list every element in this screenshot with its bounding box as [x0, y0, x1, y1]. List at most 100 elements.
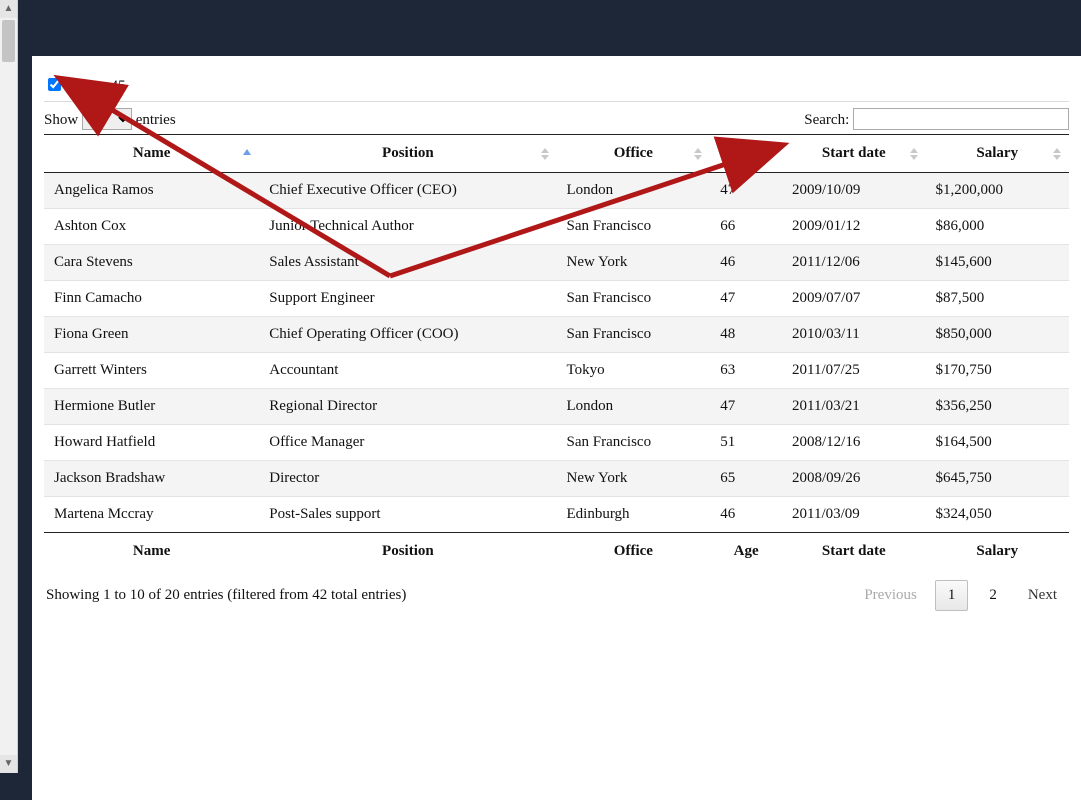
col-header-name[interactable]: Name	[44, 135, 259, 173]
col-footer-start: Start date	[782, 533, 926, 571]
length-select[interactable]: 102550100	[82, 108, 132, 130]
col-footer-age: Age	[710, 533, 782, 571]
cell-position: Chief Operating Officer (COO)	[259, 317, 556, 353]
cell-salary: $324,050	[926, 497, 1070, 533]
sort-both-icon	[692, 147, 704, 161]
table-row[interactable]: Finn CamachoSupport EngineerSan Francisc…	[44, 281, 1069, 317]
sort-both-icon	[1051, 147, 1063, 161]
pagination-page[interactable]: 2	[976, 580, 1010, 611]
length-prefix: Show	[44, 112, 78, 128]
cell-name: Finn Camacho	[44, 281, 259, 317]
col-footer-salary: Salary	[926, 533, 1070, 571]
col-header-age[interactable]: Age	[710, 135, 782, 173]
vertical-scrollbar[interactable]: ▲ ▼	[0, 0, 18, 773]
search-label: Search:	[804, 112, 849, 128]
cell-position: Support Engineer	[259, 281, 556, 317]
cell-start: 2008/12/16	[782, 425, 926, 461]
cell-name: Hermione Butler	[44, 389, 259, 425]
cell-start: 2009/07/07	[782, 281, 926, 317]
cell-salary: $170,750	[926, 353, 1070, 389]
cell-salary: $87,500	[926, 281, 1070, 317]
length-control: Show 102550100 entries	[44, 108, 176, 130]
search-control: Search:	[804, 108, 1069, 130]
search-input[interactable]	[853, 108, 1069, 130]
cell-position: Office Manager	[259, 425, 556, 461]
cell-age: 47	[710, 173, 782, 209]
content-panel: Above 45 Show 102550100 entries Search: …	[32, 56, 1081, 800]
cell-salary: $86,000	[926, 209, 1070, 245]
cell-name: Garrett Winters	[44, 353, 259, 389]
cell-name: Angelica Ramos	[44, 173, 259, 209]
cell-age: 46	[710, 245, 782, 281]
cell-salary: $164,500	[926, 425, 1070, 461]
scrollbar-thumb[interactable]	[2, 20, 15, 62]
cell-age: 48	[710, 317, 782, 353]
table-row[interactable]: Fiona GreenChief Operating Officer (COO)…	[44, 317, 1069, 353]
cell-office: New York	[557, 461, 711, 497]
cell-start: 2008/09/26	[782, 461, 926, 497]
data-table: Name Position Office	[44, 134, 1069, 570]
table-row[interactable]: Angelica RamosChief Executive Officer (C…	[44, 173, 1069, 209]
cell-salary: $850,000	[926, 317, 1070, 353]
cell-salary: $1,200,000	[926, 173, 1070, 209]
cell-age: 47	[710, 389, 782, 425]
scrollbar-arrow-down-icon[interactable]: ▼	[0, 755, 17, 773]
cell-start: 2011/12/06	[782, 245, 926, 281]
col-footer-office: Office	[557, 533, 711, 571]
cell-name: Ashton Cox	[44, 209, 259, 245]
table-row[interactable]: Martena MccrayPost-Sales supportEdinburg…	[44, 497, 1069, 533]
header-bar	[17, 0, 1081, 56]
cell-name: Martena Mccray	[44, 497, 259, 533]
cell-name: Jackson Bradshaw	[44, 461, 259, 497]
cell-age: 46	[710, 497, 782, 533]
pagination-page[interactable]: 1	[935, 580, 969, 611]
sort-asc-icon	[241, 147, 253, 161]
cell-office: London	[557, 173, 711, 209]
scrollbar-arrow-up-icon[interactable]: ▲	[0, 0, 17, 18]
col-header-salary[interactable]: Salary	[926, 135, 1070, 173]
cell-start: 2011/03/21	[782, 389, 926, 425]
cell-start: 2010/03/11	[782, 317, 926, 353]
cell-name: Howard Hatfield	[44, 425, 259, 461]
table-row[interactable]: Howard HatfieldOffice ManagerSan Francis…	[44, 425, 1069, 461]
cell-office: Edinburgh	[557, 497, 711, 533]
pagination-previous[interactable]: Previous	[854, 581, 927, 610]
cell-salary: $645,750	[926, 461, 1070, 497]
sort-both-icon	[539, 147, 551, 161]
cell-office: London	[557, 389, 711, 425]
table-info: Showing 1 to 10 of 20 entries (filtered …	[46, 587, 406, 604]
cell-position: Director	[259, 461, 556, 497]
col-header-office[interactable]: Office	[557, 135, 711, 173]
col-footer-position: Position	[259, 533, 556, 571]
cell-start: 2011/03/09	[782, 497, 926, 533]
cell-age: 63	[710, 353, 782, 389]
table-row[interactable]: Jackson BradshawDirectorNew York652008/0…	[44, 461, 1069, 497]
filter-above-45[interactable]: Above 45	[44, 78, 126, 94]
table-row[interactable]: Cara StevensSales AssistantNew York46201…	[44, 245, 1069, 281]
cell-office: San Francisco	[557, 209, 711, 245]
filter-above-45-checkbox[interactable]	[48, 78, 61, 91]
col-header-position[interactable]: Position	[259, 135, 556, 173]
cell-age: 65	[710, 461, 782, 497]
cell-age: 66	[710, 209, 782, 245]
cell-name: Cara Stevens	[44, 245, 259, 281]
cell-office: San Francisco	[557, 425, 711, 461]
cell-position: Accountant	[259, 353, 556, 389]
cell-office: San Francisco	[557, 281, 711, 317]
filter-above-45-label: Above 45	[67, 78, 126, 94]
cell-position: Regional Director	[259, 389, 556, 425]
cell-age: 47	[710, 281, 782, 317]
sort-both-icon	[908, 147, 920, 161]
cell-name: Fiona Green	[44, 317, 259, 353]
pagination-next[interactable]: Next	[1018, 581, 1067, 610]
cell-office: New York	[557, 245, 711, 281]
table-row[interactable]: Garrett WintersAccountantTokyo632011/07/…	[44, 353, 1069, 389]
col-footer-name: Name	[44, 533, 259, 571]
cell-office: San Francisco	[557, 317, 711, 353]
table-row[interactable]: Ashton CoxJunior Technical AuthorSan Fra…	[44, 209, 1069, 245]
col-header-start-date[interactable]: Start date	[782, 135, 926, 173]
cell-salary: $356,250	[926, 389, 1070, 425]
cell-salary: $145,600	[926, 245, 1070, 281]
table-row[interactable]: Hermione ButlerRegional DirectorLondon47…	[44, 389, 1069, 425]
cell-position: Post-Sales support	[259, 497, 556, 533]
